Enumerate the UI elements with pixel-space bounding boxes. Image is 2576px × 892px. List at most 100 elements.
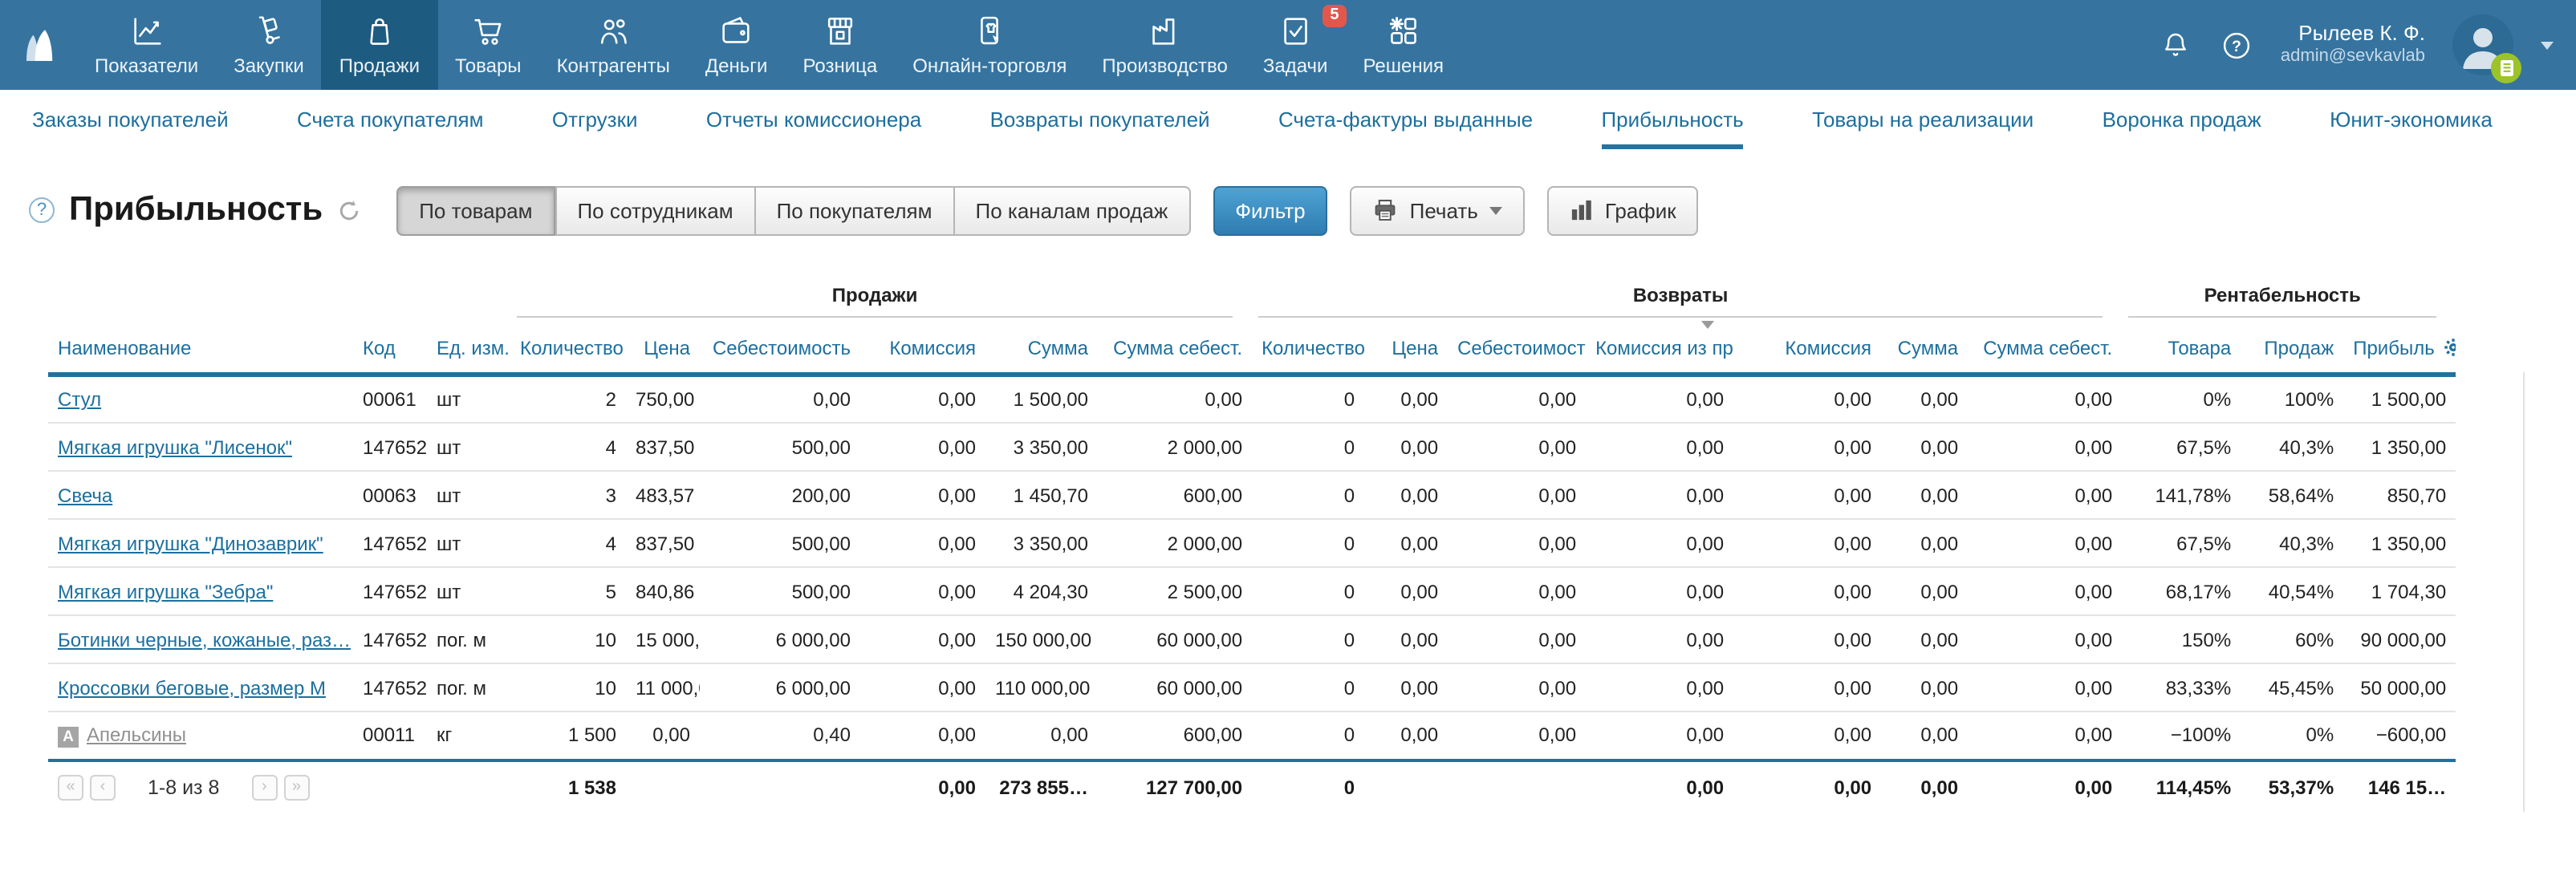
topnav-item-solutions[interactable]: Решения — [1345, 0, 1461, 90]
help-icon[interactable]: ? — [2220, 28, 2253, 62]
column-header-label: Продаж — [2264, 337, 2334, 359]
product-link[interactable]: Ботинки черные, кожаные, раз… — [58, 628, 351, 651]
user-block[interactable]: Рылеев К. Ф. admin@sevkavlab — [2281, 21, 2425, 69]
tab-1[interactable]: Счета покупателям — [297, 90, 483, 149]
tab-9[interactable]: Юнит-экономика — [2330, 90, 2493, 149]
column-header-sum-cost[interactable]: Сумма себест. — [1098, 318, 1252, 375]
product-link[interactable]: Стул — [58, 388, 101, 411]
column-header-return-commission-from[interactable]: Комиссия из пр… — [1586, 318, 1733, 375]
tab-3[interactable]: Отчеты комиссионера — [706, 90, 921, 149]
chart-button[interactable]: График — [1547, 185, 1699, 235]
cell-cost: 6 000,00 — [700, 663, 860, 712]
avatar[interactable] — [2452, 14, 2513, 75]
column-header-return-commission[interactable]: Комиссия — [1733, 318, 1881, 375]
last-page-button[interactable]: » — [283, 775, 309, 801]
column-header-return-sum[interactable]: Сумма — [1881, 318, 1968, 375]
cell-return-commission: 0,00 — [1733, 471, 1881, 519]
user-menu-caret-icon[interactable] — [2541, 41, 2554, 49]
product-link[interactable]: Свеча — [58, 484, 112, 506]
page-title: Прибыльность — [69, 191, 323, 229]
refresh-icon[interactable] — [337, 198, 361, 222]
view-button-0[interactable]: По товарам — [396, 185, 555, 235]
column-header-margin-sales[interactable]: Продаж — [2241, 318, 2343, 375]
app-logo[interactable] — [0, 0, 77, 90]
user-email: admin@sevkavlab — [2281, 47, 2425, 70]
column-header-label: Количество — [520, 337, 624, 359]
column-header-code[interactable]: Код — [353, 318, 427, 375]
topnav-item-money[interactable]: Деньги — [688, 0, 786, 90]
column-header-name[interactable]: Наименование — [48, 318, 353, 375]
chart-line-icon — [128, 13, 165, 50]
cell-return-cost: 0,00 — [1448, 567, 1586, 615]
filter-button[interactable]: Фильтр — [1213, 185, 1327, 235]
topnav-item-production[interactable]: Производство — [1084, 0, 1245, 90]
cell-return-sum: 0,00 — [1881, 519, 1968, 567]
cell-return-commission: 0,00 — [1733, 375, 1881, 423]
column-header-commission[interactable]: Комиссия — [860, 318, 985, 375]
cell-cost: 500,00 — [700, 423, 860, 471]
notifications-bell-icon[interactable] — [2159, 28, 2192, 62]
view-button-2[interactable]: По покупателям — [754, 185, 953, 235]
tab-7[interactable]: Товары на реализации — [1812, 90, 2034, 149]
view-button-1[interactable]: По сотрудникам — [555, 185, 754, 235]
view-button-3[interactable]: По каналам продаж — [953, 185, 1191, 235]
topnav-item-sales[interactable]: Продажи — [322, 0, 437, 90]
topbar-right: ? Рылеев К. Ф. admin@sevkavlab — [2159, 0, 2576, 90]
first-page-button[interactable]: « — [58, 775, 83, 801]
topnav-item-tasks[interactable]: Задачи5 — [1245, 0, 1346, 90]
column-header-unit[interactable]: Ед. изм. — [427, 318, 510, 375]
cart-icon — [469, 13, 506, 50]
cell-return-sum-cost: 0,00 — [1968, 423, 2122, 471]
column-header-return-sum-cost[interactable]: Сумма себест. — [1968, 318, 2122, 375]
topnav-item-purchases[interactable]: Закупки — [216, 0, 322, 90]
column-header-label: Цена — [644, 337, 690, 359]
tab-active-6[interactable]: Прибыльность — [1601, 90, 1743, 149]
chart-label: График — [1605, 198, 1676, 222]
table-scrollbar-track[interactable] — [2523, 372, 2525, 812]
cell-return-sum: 0,00 — [1881, 375, 1968, 423]
page-help-icon[interactable]: ? — [29, 197, 55, 223]
topnav-item-online[interactable]: Онлайн-торговля — [895, 0, 1084, 90]
column-header-sum[interactable]: Сумма — [985, 318, 1098, 375]
column-header-profit[interactable]: Прибыль — [2343, 318, 2456, 375]
column-settings-gear-icon[interactable] — [2443, 337, 2456, 358]
tab-8[interactable]: Воронка продаж — [2103, 90, 2261, 149]
avatar-notes-badge-icon — [2491, 53, 2521, 83]
prev-page-button[interactable]: ‹ — [90, 775, 116, 801]
cell-return-qty: 0 — [1252, 663, 1364, 712]
next-page-button[interactable]: › — [251, 775, 277, 801]
cell-return-sum-cost: 0,00 — [1968, 712, 2122, 760]
total-profit: 146 15… — [2343, 760, 2456, 814]
cell-return-price: 0,00 — [1364, 471, 1448, 519]
product-link[interactable]: Мягкая игрушка "Зебра" — [58, 580, 273, 602]
cell-sum-cost: 600,00 — [1098, 471, 1252, 519]
tab-2[interactable]: Отгрузки — [552, 90, 638, 149]
column-header-margin-goods[interactable]: Товара — [2122, 318, 2241, 375]
product-link[interactable]: Апельсины — [87, 724, 186, 746]
topnav-item-goods[interactable]: Товары — [437, 0, 539, 90]
tab-5[interactable]: Счета-фактуры выданные — [1278, 90, 1533, 149]
product-link[interactable]: Кроссовки беговые, размер М — [58, 676, 326, 699]
topnav-item-retail[interactable]: Розница — [785, 0, 895, 90]
tab-4[interactable]: Возвраты покупателей — [990, 90, 1210, 149]
product-link[interactable]: Мягкая игрушка "Динозаврик" — [58, 532, 323, 554]
column-header-price[interactable]: Цена — [626, 318, 700, 375]
cell-return-qty: 0 — [1252, 615, 1364, 663]
column-header-return-cost[interactable]: Себестоимость — [1448, 318, 1586, 375]
topnav-item-partners[interactable]: Контрагенты — [539, 0, 688, 90]
print-button[interactable]: Печать — [1351, 185, 1525, 235]
column-header-return-price[interactable]: Цена — [1364, 318, 1448, 375]
column-header-qty[interactable]: Количество — [510, 318, 626, 375]
topnav-item-label: Производство — [1102, 55, 1228, 77]
cell-sum-cost: 600,00 — [1098, 712, 1252, 760]
tab-0[interactable]: Заказы покупателей — [32, 90, 229, 149]
column-header-return-qty[interactable]: Количество — [1252, 318, 1364, 375]
table-row: Мягкая игрушка "Динозаврик"1476522шт4837… — [48, 519, 2456, 567]
topnav-item-indicators[interactable]: Показатели — [77, 0, 216, 90]
column-header-label: Себестоимость — [1457, 337, 1586, 359]
column-header-cost[interactable]: Себестоимость — [700, 318, 860, 375]
cell-commission: 0,00 — [860, 375, 985, 423]
product-link[interactable]: Мягкая игрушка "Лисенок" — [58, 436, 292, 458]
cell-margin-goods: 68,17% — [2122, 567, 2241, 615]
cell-return-price: 0,00 — [1364, 519, 1448, 567]
